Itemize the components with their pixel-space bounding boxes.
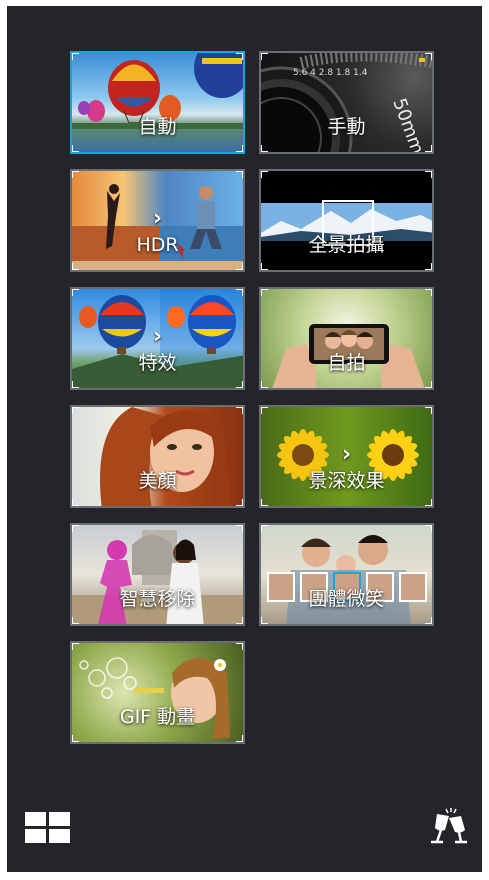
tile-corner-bracket (236, 525, 243, 532)
tile-corner-bracket (261, 145, 268, 152)
tile-corner-bracket (261, 289, 268, 296)
tile-corner-bracket (236, 407, 243, 414)
tile-corner-bracket (236, 171, 243, 178)
tile-corner-bracket (425, 407, 432, 414)
tile-corner-bracket (425, 381, 432, 388)
tile-corner-bracket (72, 53, 79, 60)
mode-label: 景深效果 (308, 470, 385, 492)
mode-label: 團體微笑 (308, 588, 385, 610)
tile-corner-bracket (236, 499, 243, 506)
tile-corner-bracket (236, 145, 243, 152)
tile-corner-bracket (236, 735, 243, 742)
tile-corner-bracket (72, 263, 79, 270)
panorama-icon (261, 200, 432, 246)
toast-glasses-icon[interactable] (427, 806, 469, 846)
tile-corner-bracket (425, 525, 432, 532)
smart-remove-icon (72, 530, 243, 624)
mode-label: GIF 動畫 (119, 706, 196, 728)
tile-corner-bracket (72, 525, 79, 532)
chevron-right-icon: › (152, 323, 163, 349)
tile-corner-bracket (72, 735, 79, 742)
tile-corner-bracket (425, 171, 432, 178)
mode-label: HDR (136, 234, 179, 256)
tile-corner-bracket (261, 407, 268, 414)
tile-corner-bracket (425, 499, 432, 506)
device-frame: 自動 5.6 4 2.8 1.8 1.4 50mm 手動 › HDR 全景拍攝 … (0, 0, 489, 880)
tile-corner-bracket (425, 289, 432, 296)
mode-tile-hdr[interactable]: › HDR (70, 169, 245, 272)
tile-corner-bracket (236, 53, 243, 60)
tile-corner-bracket (236, 263, 243, 270)
chevron-right-icon: › (152, 205, 163, 231)
mode-tile-beautification[interactable]: 美顏 (70, 405, 245, 508)
tile-corner-bracket (425, 53, 432, 60)
mode-tile-manual[interactable]: 5.6 4 2.8 1.8 1.4 50mm 手動 (259, 51, 434, 154)
camera-mode-screen: 自動 5.6 4 2.8 1.8 1.4 50mm 手動 › HDR 全景拍攝 … (7, 6, 482, 872)
mode-label: 全景拍攝 (308, 234, 385, 256)
mode-tile-gif-animation[interactable]: GIF 動畫 (70, 641, 245, 744)
tile-corner-bracket (261, 525, 268, 532)
gif-animation-icon (79, 657, 230, 738)
all-smiles-icon (267, 535, 427, 624)
tile-corner-bracket (261, 381, 268, 388)
camera-lens-icon: 5.6 4 2.8 1.8 1.4 50mm (261, 53, 432, 152)
tile-corner-bracket (425, 145, 432, 152)
svg-text:5.6 4 2.8 1.8 1.4: 5.6 4 2.8 1.8 1.4 (293, 68, 368, 78)
mode-label: 手動 (327, 116, 366, 138)
mode-label: 自動 (138, 116, 177, 138)
tile-corner-bracket (236, 617, 243, 624)
mode-tile-effect[interactable]: › 特效 (70, 287, 245, 390)
mode-tile-smart-remove[interactable]: 智慧移除 (70, 523, 245, 626)
tile-corner-bracket (425, 263, 432, 270)
tile-corner-bracket (72, 171, 79, 178)
tile-corner-bracket (72, 499, 79, 506)
tile-corner-bracket (261, 263, 268, 270)
tile-corner-bracket (236, 643, 243, 650)
mode-label: 特效 (138, 352, 177, 374)
hot-air-balloon-icon (72, 53, 243, 129)
tile-corner-bracket (236, 289, 243, 296)
mode-tile-selfie[interactable]: 自拍 (259, 287, 434, 390)
mode-label: 智慧移除 (119, 588, 196, 610)
beautification-icon (100, 407, 232, 506)
tile-corner-bracket (425, 617, 432, 624)
tile-corner-bracket (261, 499, 268, 506)
tile-corner-bracket (72, 643, 79, 650)
selfie-icon (272, 324, 425, 388)
tile-corner-bracket (72, 145, 79, 152)
mode-label: 自拍 (327, 352, 366, 374)
tile-corner-bracket (72, 407, 79, 414)
mode-tile-depth-of-field[interactable]: › 景深效果 (259, 405, 434, 508)
tile-corner-bracket (236, 381, 243, 388)
tile-corner-bracket (72, 381, 79, 388)
tile-corner-bracket (72, 617, 79, 624)
tile-corner-bracket (261, 617, 268, 624)
mode-tile-all-smiles[interactable]: 團體微笑 (259, 523, 434, 626)
mode-tile-panorama[interactable]: 全景拍攝 (259, 169, 434, 272)
tile-corner-bracket (261, 171, 268, 178)
tile-corner-bracket (72, 289, 79, 296)
chevron-right-icon: › (341, 441, 352, 467)
grid-view-icon[interactable] (25, 812, 71, 844)
mode-label: 美顏 (138, 470, 177, 492)
tile-corner-bracket (261, 53, 268, 60)
mode-tile-auto[interactable]: 自動 (70, 51, 245, 154)
